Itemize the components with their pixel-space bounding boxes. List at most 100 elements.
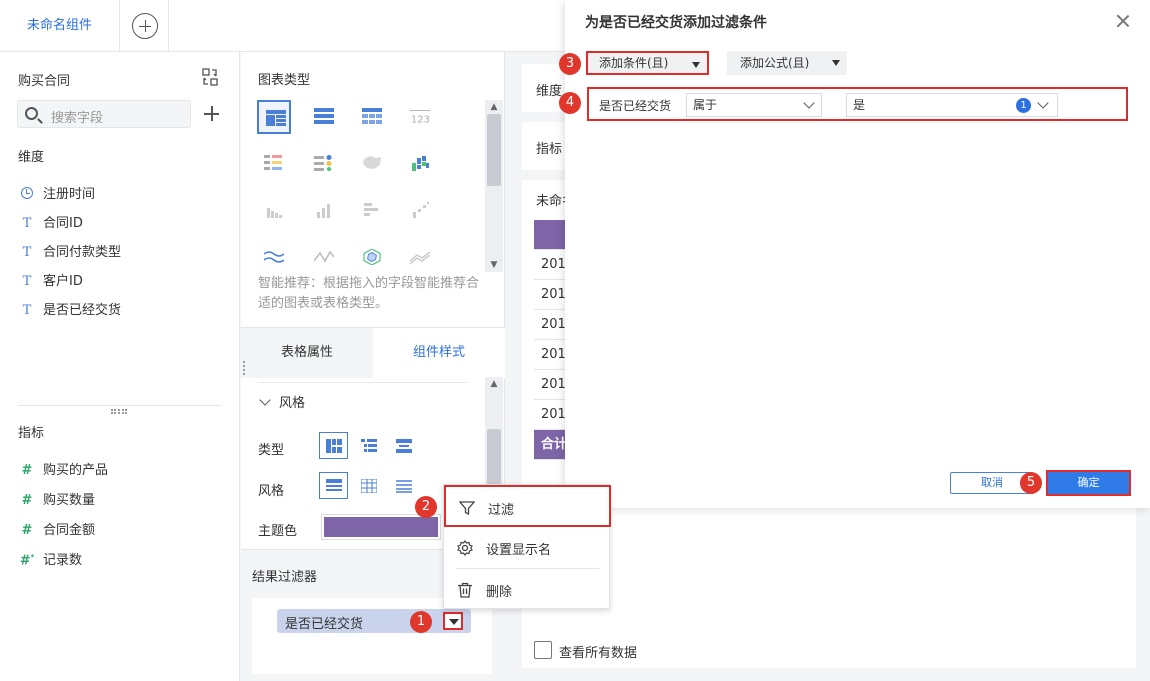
chevron-down-icon (1037, 97, 1049, 109)
metric-item[interactable]: # 购买的产品 (18, 459, 108, 481)
dimension-item[interactable]: T 合同付款类型 (18, 241, 121, 263)
view-all-checkbox[interactable] (534, 641, 552, 659)
chevron-down-icon (259, 394, 271, 406)
style-option-2[interactable] (354, 472, 383, 499)
waterfall-icon (412, 156, 429, 171)
chart-type-radar[interactable] (355, 241, 389, 275)
chart-type-cross-table[interactable] (355, 100, 389, 134)
add-condition-button[interactable]: 添加条件(且) (586, 51, 709, 75)
step-badge: 2 (415, 496, 437, 518)
chart-type-area[interactable] (403, 241, 437, 275)
dimension-item[interactable]: T 是否已经交货 (18, 299, 121, 321)
theme-color-picker[interactable] (321, 514, 441, 540)
filter-condition-row: 是否已经交货 属于 是 1 (587, 87, 1128, 121)
dialog-header: 为是否已经交货添加过滤条件 (565, 0, 1150, 43)
dialog-title: 为是否已经交货添加过滤条件 (585, 15, 767, 31)
radar-chart-icon (363, 249, 381, 265)
theme-color-label: 主题色 (258, 524, 298, 539)
search-placeholder: 搜索字段 (51, 111, 104, 126)
resize-grip-icon[interactable] (111, 409, 127, 414)
switch-dataset-icon[interactable] (202, 68, 218, 86)
style-divider (259, 382, 467, 383)
type-option-tree[interactable] (354, 432, 383, 459)
add-formula-button[interactable]: 添加公式(且) (727, 51, 847, 75)
menu-item-filter[interactable]: 过滤 (444, 485, 611, 527)
stacked-bar-icon (413, 202, 429, 218)
metric-item[interactable]: # 合同金额 (18, 519, 95, 541)
step-badge: 4 (559, 92, 581, 114)
tab-component-style[interactable]: 组件样式 (373, 328, 505, 378)
metric-item[interactable]: #* 记录数 (18, 549, 82, 571)
caret-down-icon (832, 60, 840, 66)
map-icon (363, 156, 381, 169)
chart-type-table[interactable] (257, 100, 291, 134)
dimension-item[interactable]: 注册时间 (18, 183, 95, 205)
step-badge: 1 (410, 611, 432, 633)
gear-icon (457, 540, 473, 556)
add-tab-button[interactable] (121, 0, 169, 52)
hash-icon: # (21, 493, 33, 508)
search-icon (25, 107, 38, 120)
dimension-item[interactable]: T 客户ID (18, 270, 83, 292)
chart-type-grouped-table[interactable] (307, 100, 341, 134)
type-option-list[interactable] (389, 432, 418, 459)
text-type-icon: T (22, 216, 32, 231)
dimension-item[interactable]: T 合同ID (18, 212, 83, 234)
chart-type-indicator-table[interactable] (307, 147, 341, 181)
close-icon[interactable] (1115, 13, 1131, 29)
chart-type-map[interactable] (355, 147, 389, 181)
grid-layout-icon (326, 439, 342, 453)
style-label: 风格 (258, 484, 285, 499)
chart-type-scrollbar[interactable]: ▲ ▼ (485, 100, 503, 272)
add-field-icon[interactable] (204, 104, 220, 124)
value-select[interactable]: 是 1 (846, 93, 1058, 117)
list-layout-icon (396, 439, 412, 453)
plus-circle-icon (132, 13, 158, 39)
svg-text:123: 123 (411, 114, 430, 124)
chart-type-column[interactable] (307, 194, 341, 228)
column-chart-icon (317, 204, 330, 218)
selected-count-badge: 1 (1016, 98, 1031, 113)
dataset-title: 购买合同 (18, 74, 71, 89)
dimension-drop-label: 维度 (536, 84, 563, 99)
chart-type-polyline[interactable] (307, 241, 341, 275)
chart-type-waterfall[interactable] (403, 147, 437, 181)
panel-grip-icon[interactable] (243, 361, 247, 375)
chevron-down-icon (803, 97, 815, 109)
filter-chip-label: 是否已经交货 (285, 617, 364, 632)
operator-select[interactable]: 属于 (686, 93, 822, 117)
bar-chart-icon (267, 208, 282, 218)
metric-header: 指标 (18, 426, 45, 441)
line-chart-icon (264, 251, 284, 263)
chart-type-color-table[interactable] (257, 147, 291, 181)
style-option-3[interactable] (389, 472, 418, 499)
text-type-icon: T (22, 245, 32, 260)
filter-field-chip[interactable]: 是否已经交货 (277, 609, 471, 633)
filter-context-menu: 过滤 设置显示名 删除 (443, 484, 611, 611)
condition-field-name: 是否已经交货 (599, 99, 672, 113)
grouped-table-icon (314, 108, 334, 124)
metric-item[interactable]: # 购买数量 (18, 489, 95, 511)
chart-type-kpi[interactable]: 123 (403, 100, 437, 134)
step-badge: 3 (559, 53, 581, 75)
chip-dropdown-button[interactable] (443, 612, 463, 630)
style-section-toggle[interactable]: 风格 (259, 392, 305, 411)
clock-icon (18, 187, 36, 202)
chart-type-line[interactable] (257, 241, 291, 275)
type-option-grid[interactable] (319, 432, 348, 459)
tab-table-properties[interactable]: 表格属性 (241, 328, 373, 378)
confirm-button[interactable]: 确定 (1046, 470, 1131, 496)
chart-type-horizontal-bar[interactable] (355, 194, 389, 228)
field-panel: 购买合同 搜索字段 维度 注册时间 T 合同ID T 合同付款类型 T 客户ID T是… (0, 52, 240, 681)
chart-type-bar[interactable] (257, 194, 291, 228)
config-tabs: 表格属性 组件样式 (241, 327, 505, 378)
menu-item-delete[interactable]: 删除 (444, 569, 611, 611)
menu-item-display-name[interactable]: 设置显示名 (444, 527, 611, 569)
chart-type-stacked[interactable] (403, 194, 437, 228)
area-chart-icon (410, 251, 430, 265)
view-all-label: 查看所有数据 (559, 646, 638, 661)
style-option-1[interactable] (319, 472, 348, 499)
text-type-icon: T (22, 274, 32, 289)
tab-unnamed-component[interactable]: 未命名组件 (0, 0, 120, 52)
field-search-box[interactable]: 搜索字段 (17, 100, 191, 128)
